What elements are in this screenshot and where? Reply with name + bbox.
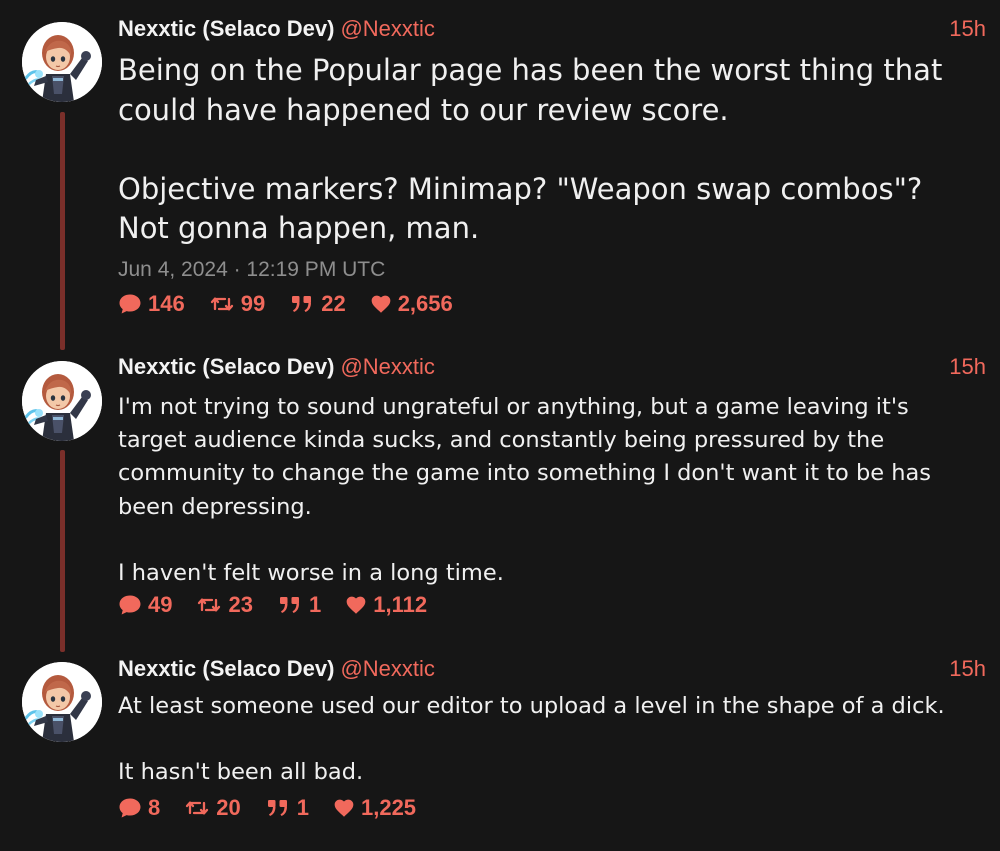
quote-count-value: 22 (321, 291, 346, 316)
author-name[interactable]: Nexxtic (Selaco Dev) (118, 354, 334, 379)
author-name[interactable]: Nexxtic (Selaco Dev) (118, 656, 334, 681)
tweet-time[interactable]: 15h (949, 14, 986, 44)
tweet-stats: 49 23 1 1,112 (118, 591, 451, 619)
comment-icon (118, 796, 142, 820)
quote-icon (265, 796, 291, 820)
quote-icon (289, 292, 315, 316)
like-count[interactable]: 2,656 (370, 291, 453, 317)
quote-count-value: 1 (308, 592, 322, 617)
tweet-header: Nexxtic (Selaco Dev) @Nexxtic 15h (118, 14, 986, 44)
avatar[interactable] (22, 22, 102, 102)
comment-icon (118, 593, 142, 617)
heart-icon (370, 293, 392, 315)
author-handle[interactable]: @Nexxtic (340, 354, 434, 379)
like-count[interactable]: 1,112 (345, 592, 427, 618)
author-handle[interactable]: @Nexxtic (340, 16, 434, 41)
reply-count[interactable]: 146 (118, 291, 185, 317)
retweet-count-value: 20 (216, 795, 241, 820)
avatar[interactable] (22, 361, 102, 441)
retweet-count[interactable]: 20 (184, 795, 241, 821)
heart-icon (333, 797, 355, 819)
reply-count-value: 49 (148, 592, 173, 617)
tweet-date[interactable]: Jun 4, 2024 · 12:19 PM UTC (118, 257, 385, 283)
author-name[interactable]: Nexxtic (Selaco Dev) (118, 16, 334, 41)
quote-count-value: 1 (296, 795, 309, 820)
quote-count[interactable]: 1 (277, 592, 321, 618)
heart-icon (345, 594, 367, 616)
tweet-stats: 8 20 1 1,225 (118, 794, 440, 822)
tweet-header: Nexxtic (Selaco Dev) @Nexxtic 15h (118, 654, 986, 684)
tweet-thread: Nexxtic (Selaco Dev) @Nexxtic 15h Being o… (0, 0, 1000, 851)
like-count-value: 1,225 (360, 795, 417, 820)
reply-count-value: 8 (148, 795, 161, 820)
tweet-time[interactable]: 15h (949, 654, 986, 684)
tweet-text: Being on the Popular page has been the w… (118, 53, 943, 245)
retweet-count[interactable]: 23 (196, 592, 253, 618)
retweet-count-value: 23 (228, 592, 253, 617)
comment-icon (118, 292, 142, 316)
reply-count[interactable]: 8 (118, 795, 160, 821)
tweet-time[interactable]: 15h (949, 352, 986, 382)
avatar[interactable] (22, 662, 102, 742)
tweet-header: Nexxtic (Selaco Dev) @Nexxtic 15h (118, 352, 986, 382)
tweet[interactable]: Nexxtic (Selaco Dev) @Nexxtic 15h I'm not… (0, 352, 1000, 632)
tweet[interactable]: Nexxtic (Selaco Dev) @Nexxtic 15h At leas… (0, 654, 1000, 834)
tweet-text: At least someone used our editor to uplo… (118, 693, 945, 786)
tweet[interactable]: Nexxtic (Selaco Dev) @Nexxtic 15h Being o… (0, 14, 1000, 334)
quote-icon (277, 593, 303, 617)
like-count-value: 1,112 (373, 592, 428, 617)
reply-count-value: 146 (148, 291, 185, 316)
like-count-value: 2,656 (397, 291, 453, 316)
retweet-count-value: 99 (240, 291, 266, 316)
author-handle[interactable]: @Nexxtic (340, 656, 434, 681)
retweet-icon (184, 796, 210, 820)
quote-count[interactable]: 22 (289, 291, 346, 317)
quote-count[interactable]: 1 (265, 795, 309, 821)
retweet-icon (196, 593, 222, 617)
like-count[interactable]: 1,225 (333, 795, 416, 821)
retweet-icon (209, 292, 235, 316)
tweet-text: I'm not trying to sound ungrateful or an… (118, 394, 932, 587)
tweet-stats: 146 99 22 2,656 (118, 290, 477, 318)
retweet-count[interactable]: 99 (209, 291, 265, 317)
reply-count[interactable]: 49 (118, 592, 172, 618)
